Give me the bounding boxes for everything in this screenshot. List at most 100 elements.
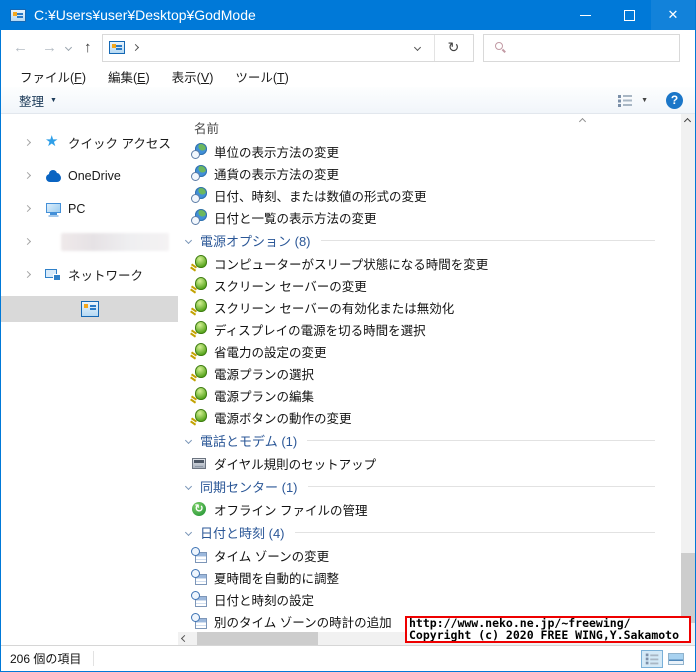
- group-collapse-icon[interactable]: [184, 528, 193, 536]
- group-header[interactable]: 電源オプション (8): [178, 228, 681, 252]
- vertical-scrollbar[interactable]: [681, 114, 695, 645]
- sidebar-item-ネットワーク[interactable]: ネットワーク: [1, 258, 178, 291]
- list-item[interactable]: 省電力の設定の変更: [178, 340, 681, 362]
- vertical-scrollbar-thumb[interactable]: [681, 553, 695, 623]
- list-item-label: スクリーン セーバーの有効化または無効化: [214, 301, 455, 316]
- details-view-toggle-icon: [645, 653, 659, 665]
- watermark-overlay: http://www.neko.ne.jp/~freewing/ Copyrig…: [405, 616, 691, 643]
- list-item[interactable]: 日付、時刻、または数値の形式の変更: [178, 184, 681, 206]
- list-item[interactable]: 電源プランの選択: [178, 362, 681, 384]
- horizontal-scrollbar-thumb[interactable]: [197, 632, 318, 645]
- refresh-button[interactable]: ↻: [435, 39, 473, 56]
- phone-icon: [191, 455, 208, 471]
- details-view-toggle[interactable]: [641, 649, 663, 668]
- breadcrumb-chevron-icon[interactable]: [131, 43, 139, 52]
- toolbar-right-group: ▼ ?: [618, 91, 683, 109]
- sidebar-item-クイック-アクセス[interactable]: クイック アクセス: [1, 126, 178, 159]
- list-item[interactable]: 電源プランの編集: [178, 384, 681, 406]
- scroll-left-icon[interactable]: [180, 634, 189, 643]
- search-box[interactable]: [482, 33, 680, 62]
- list-item-label: ダイヤル規則のセットアップ: [214, 457, 377, 472]
- status-bar: 206 個の項目: [1, 645, 695, 671]
- group-rule: [320, 239, 655, 241]
- list-item[interactable]: 日付と一覧の表示方法の変更: [178, 206, 681, 228]
- onedrive-cloud-icon: [45, 168, 63, 184]
- expand-chevron-icon[interactable]: [23, 204, 32, 213]
- help-button[interactable]: ?: [666, 91, 683, 109]
- sidebar-item-onedrive[interactable]: OneDrive: [1, 159, 178, 192]
- list-item-label: 日付と一覧の表示方法の変更: [214, 211, 377, 226]
- address-bar[interactable]: ↻: [101, 33, 474, 62]
- titlebar[interactable]: C:¥Users¥user¥Desktop¥GodMode ✕: [1, 0, 695, 30]
- sort-ascending-icon[interactable]: [578, 117, 587, 126]
- back-button[interactable]: ←: [13, 40, 28, 55]
- watermark-copyright: Copyright (c) 2020 FREE WING,Y.Sakamoto: [409, 627, 680, 642]
- menu-item-t[interactable]: ツール(T): [224, 67, 299, 86]
- power-icon: [191, 387, 208, 403]
- search-icon: [493, 40, 508, 55]
- list-item[interactable]: コンピューターがスリープ状態になる時間を変更: [178, 252, 681, 274]
- forward-button[interactable]: →: [42, 40, 57, 55]
- expand-chevron-icon[interactable]: [23, 237, 32, 246]
- list-item[interactable]: 夏時間を自動的に調整: [178, 566, 681, 588]
- thumbnail-view-toggle[interactable]: [665, 650, 687, 668]
- close-button[interactable]: ✕: [651, 0, 695, 30]
- list-item-label: ディスプレイの電源を切る時間を選択: [214, 323, 426, 338]
- up-button[interactable]: ↑: [84, 40, 92, 55]
- sidebar-item-label: OneDrive: [68, 168, 121, 183]
- list-item[interactable]: 通貨の表示方法の変更: [178, 162, 681, 184]
- expand-chevron-icon[interactable]: [23, 171, 32, 180]
- group-collapse-icon[interactable]: [184, 236, 193, 244]
- organize-button[interactable]: 整理 ▼: [19, 91, 57, 110]
- expand-chevron-icon[interactable]: [23, 138, 32, 147]
- datetime-icon: [191, 591, 208, 607]
- expand-chevron-icon[interactable]: [23, 270, 32, 279]
- sidebar-item-redacted[interactable]: [1, 225, 178, 258]
- group-collapse-icon[interactable]: [184, 436, 193, 444]
- file-list-pane: 名前 単位の表示方法の変更 通貨の表示方法の変更 日付、時刻、または数値の形式の変更…: [178, 114, 681, 645]
- menu-label-pre: 編集(: [107, 70, 138, 85]
- list-item[interactable]: オフライン ファイルの管理: [178, 498, 681, 520]
- list-item[interactable]: 日付と時刻の設定: [178, 588, 681, 610]
- menu-item-f[interactable]: ファイル(F): [9, 67, 97, 86]
- sidebar-item-godmode[interactable]: [1, 296, 178, 322]
- list-item[interactable]: 単位の表示方法の変更: [178, 140, 681, 162]
- menu-label-post: ): [145, 70, 150, 85]
- menu-item-v[interactable]: 表示(V): [161, 67, 225, 86]
- list-item[interactable]: タイム ゾーンの変更: [178, 544, 681, 566]
- maximize-icon: [623, 9, 635, 21]
- list-item-label: 電源ボタンの動作の変更: [214, 411, 352, 426]
- menu-item-e[interactable]: 編集(E): [97, 67, 161, 86]
- maximize-button[interactable]: [607, 0, 651, 30]
- menu-mnemonic: E: [137, 70, 146, 85]
- column-header-name[interactable]: 名前: [194, 118, 219, 137]
- sync-icon: [191, 501, 208, 517]
- minimize-button[interactable]: [563, 0, 607, 30]
- datetime-icon: [191, 613, 208, 629]
- column-header-row[interactable]: 名前: [178, 114, 681, 140]
- list-item[interactable]: スクリーン セーバーの変更: [178, 274, 681, 296]
- list-item[interactable]: ディスプレイの電源を切る時間を選択: [178, 318, 681, 340]
- sidebar-item-label: PC: [68, 201, 86, 216]
- search-input[interactable]: [513, 35, 679, 60]
- list-item-label: スクリーン セーバーの変更: [214, 279, 367, 294]
- recent-locations-dropdown-icon[interactable]: [64, 43, 73, 52]
- power-icon: [191, 255, 208, 271]
- sidebar-item-pc[interactable]: PC: [1, 192, 178, 225]
- view-dropdown-icon[interactable]: ▼: [641, 97, 648, 104]
- address-dropdown-icon[interactable]: [413, 43, 421, 52]
- group-header[interactable]: 同期センター (1): [178, 474, 681, 498]
- group-header[interactable]: 日付と時刻 (4): [178, 520, 681, 544]
- group-header[interactable]: 電話とモデム (1): [178, 428, 681, 452]
- list-item[interactable]: スクリーン セーバーの有効化または無効化: [178, 296, 681, 318]
- power-icon: [191, 409, 208, 425]
- scroll-up-icon[interactable]: [683, 117, 692, 126]
- command-toolbar: 整理 ▼ ▼ ?: [1, 87, 695, 114]
- navigation-pane: クイック アクセス OneDrive PC ネットワーク: [1, 114, 178, 645]
- group-collapse-icon[interactable]: [184, 482, 193, 490]
- list-item[interactable]: 電源ボタンの動作の変更: [178, 406, 681, 428]
- window-controls: ✕: [563, 0, 695, 30]
- group-rule: [307, 439, 655, 441]
- details-view-icon[interactable]: [618, 94, 633, 107]
- list-item[interactable]: ダイヤル規則のセットアップ: [178, 452, 681, 474]
